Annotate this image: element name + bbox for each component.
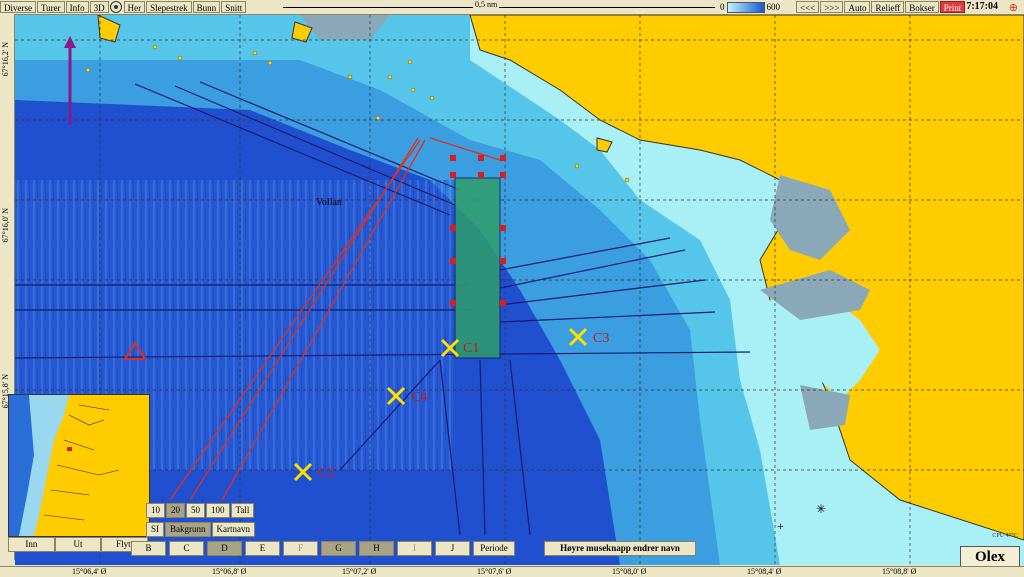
bakgrunn-button[interactable]: Bakgrunn xyxy=(165,522,211,537)
depth-min: 0 xyxy=(720,2,725,12)
letter-f-button[interactable]: F xyxy=(283,541,318,556)
info-button[interactable]: Info xyxy=(65,1,89,13)
print-button[interactable]: Print xyxy=(939,1,966,13)
place-label-vollan: Vollan xyxy=(316,197,342,208)
scale-selector: 10 20 50 100 Tall xyxy=(146,503,255,518)
layer-row: SI Bakgrunn Kartnavn xyxy=(146,522,256,537)
target-icon[interactable]: ⊕ xyxy=(1009,1,1018,14)
zoom-in-button[interactable]: Inn xyxy=(8,537,55,552)
letter-d-button[interactable]: D xyxy=(207,541,242,556)
letter-b-button[interactable]: B xyxy=(131,541,166,556)
scale-20-button[interactable]: 20 xyxy=(166,503,185,518)
status-hint: Høyre museknapp endrer navn xyxy=(544,541,696,556)
marker-c4-label: C4 xyxy=(411,390,427,405)
si-button[interactable]: SI xyxy=(146,522,165,537)
marker-c2-label: C2 xyxy=(318,466,334,481)
scale-50-button[interactable]: 50 xyxy=(186,503,205,518)
scale-bar: 0,5 nm xyxy=(283,0,715,11)
overview-buttons: Inn Ut Flytt xyxy=(8,537,149,552)
marker-c1-label: C1 xyxy=(463,341,479,356)
overview-svg xyxy=(9,395,149,536)
marker-c3-label: C3 xyxy=(593,331,609,346)
depth-legend: 0 600 <<< >>> Auto Relieff Bokser Print xyxy=(720,1,966,13)
lon-label: 15°08,4' Ø xyxy=(747,567,782,576)
letter-c-button[interactable]: C xyxy=(169,541,204,556)
clock: 7:17:04 xyxy=(966,1,998,12)
letter-i-button[interactable]: I xyxy=(397,541,432,556)
map-svg: Vollan C1 C2 C3 C4 + ✳ xyxy=(15,15,1024,565)
lon-label: 15°07,6' Ø xyxy=(477,567,512,576)
scale-label: 0,5 nm xyxy=(473,0,500,9)
diverse-button[interactable]: Diverse xyxy=(0,1,36,13)
cursor-cross: + xyxy=(777,519,784,533)
cpu-temperature: CPU 47°C xyxy=(992,533,1018,539)
letter-buttons: B C D E F G H I J Periode xyxy=(131,541,518,556)
3d-button[interactable]: 3D xyxy=(89,1,109,13)
letter-h-button[interactable]: H xyxy=(359,541,394,556)
letter-j-button[interactable]: J xyxy=(435,541,470,556)
zoom-out-button[interactable]: Ut xyxy=(54,537,102,552)
survey-box xyxy=(454,177,501,359)
bokser-button[interactable]: Bokser xyxy=(905,1,939,13)
relieff-button[interactable]: Relieff xyxy=(871,1,905,13)
longitude-strip: 15°06,4' Ø 15°06,8' Ø 15°07,2' Ø 15°07,6… xyxy=(0,566,1024,577)
scale-10-button[interactable]: 10 xyxy=(146,503,165,518)
lat-label: 67°16,2' N xyxy=(1,42,10,77)
turer-button[interactable]: Turer xyxy=(37,1,65,13)
depth-gradient xyxy=(726,1,765,13)
zoom-out-far-button[interactable]: <<< xyxy=(796,1,820,13)
depth-max: 600 xyxy=(766,2,781,12)
slepestrek-button[interactable]: Slepestrek xyxy=(146,1,192,13)
lon-label: 15°08,0' Ø xyxy=(612,567,647,576)
sun-icon[interactable] xyxy=(109,1,122,13)
tall-button[interactable]: Tall xyxy=(230,503,255,518)
zoom-in-far-button[interactable]: >>> xyxy=(820,1,844,13)
chart-map[interactable]: Vollan C1 C2 C3 C4 + ✳ xyxy=(15,15,1024,565)
auto-button[interactable]: Auto xyxy=(844,1,871,13)
scale-100-button[interactable]: 100 xyxy=(206,503,230,518)
overview-map[interactable] xyxy=(8,394,150,537)
lon-label: 15°08,8' Ø xyxy=(882,567,917,576)
letter-e-button[interactable]: E xyxy=(245,541,280,556)
lon-label: 15°06,4' Ø xyxy=(72,567,107,576)
bunn-button[interactable]: Bunn xyxy=(192,1,221,13)
lon-label: 15°07,2' Ø xyxy=(342,567,377,576)
lon-label: 15°06,8' Ø xyxy=(212,567,247,576)
lat-label: 67°16,0' N xyxy=(1,208,10,243)
letter-g-button[interactable]: G xyxy=(321,541,356,556)
olex-logo: Olex xyxy=(960,546,1020,568)
periode-button[interactable]: Periode xyxy=(473,541,515,556)
snitt-button[interactable]: Snitt xyxy=(221,1,247,13)
kartnavn-button[interactable]: Kartnavn xyxy=(211,522,256,537)
her-button[interactable]: Her xyxy=(123,1,146,13)
anchor-mark: ✳ xyxy=(816,502,826,516)
